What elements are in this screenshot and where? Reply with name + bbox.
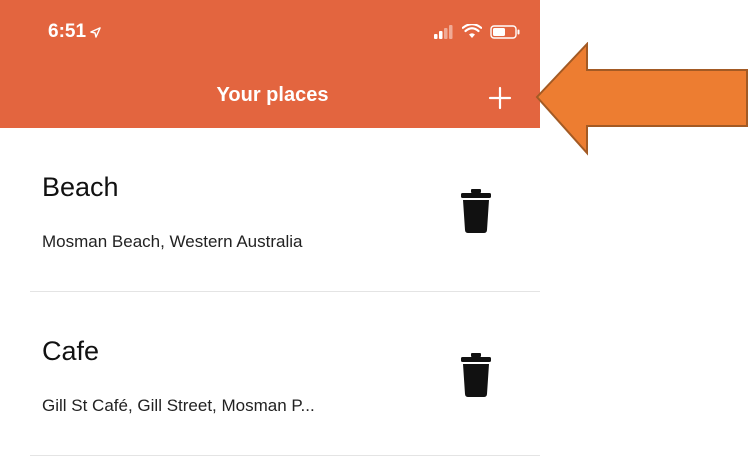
status-time-text: 6:51	[48, 21, 87, 42]
location-arrow-icon	[90, 26, 101, 38]
place-title: Beach	[42, 172, 119, 202]
app-header: 6:51 Your places	[0, 0, 540, 128]
place-address: Mosman Beach, Western Australia	[42, 232, 303, 251]
list-divider	[30, 455, 540, 456]
place-title: Cafe	[42, 336, 100, 366]
signal-icon	[434, 24, 454, 39]
add-place-button[interactable]	[488, 86, 512, 110]
trash-icon	[461, 353, 491, 397]
place-list-item-beach[interactable]: Beach Mosman Beach, Western Australia	[0, 128, 540, 292]
places-list: Beach Mosman Beach, Western Australia Ca…	[0, 128, 540, 456]
screenshot-page: 6:51 Your places Beach Mosman Beach, Wes…	[0, 0, 751, 459]
delete-place-button[interactable]	[461, 189, 491, 233]
place-list-item-cafe[interactable]: Cafe Gill St Café, Gill Street, Mosman P…	[0, 292, 540, 456]
trash-icon	[461, 189, 491, 233]
battery-icon	[490, 24, 520, 39]
callout-arrow-annotation	[535, 42, 751, 156]
page-title: Your places	[216, 84, 329, 106]
plus-icon	[488, 86, 512, 110]
place-address: Gill St Café, Gill Street, Mosman P...	[42, 396, 315, 415]
wifi-icon	[462, 24, 482, 39]
status-bar-time: 6:51	[48, 21, 101, 43]
delete-place-button[interactable]	[461, 353, 491, 397]
phone-screen: 6:51 Your places Beach Mosman Beach, Wes…	[0, 0, 540, 459]
status-bar-icons	[434, 24, 520, 39]
